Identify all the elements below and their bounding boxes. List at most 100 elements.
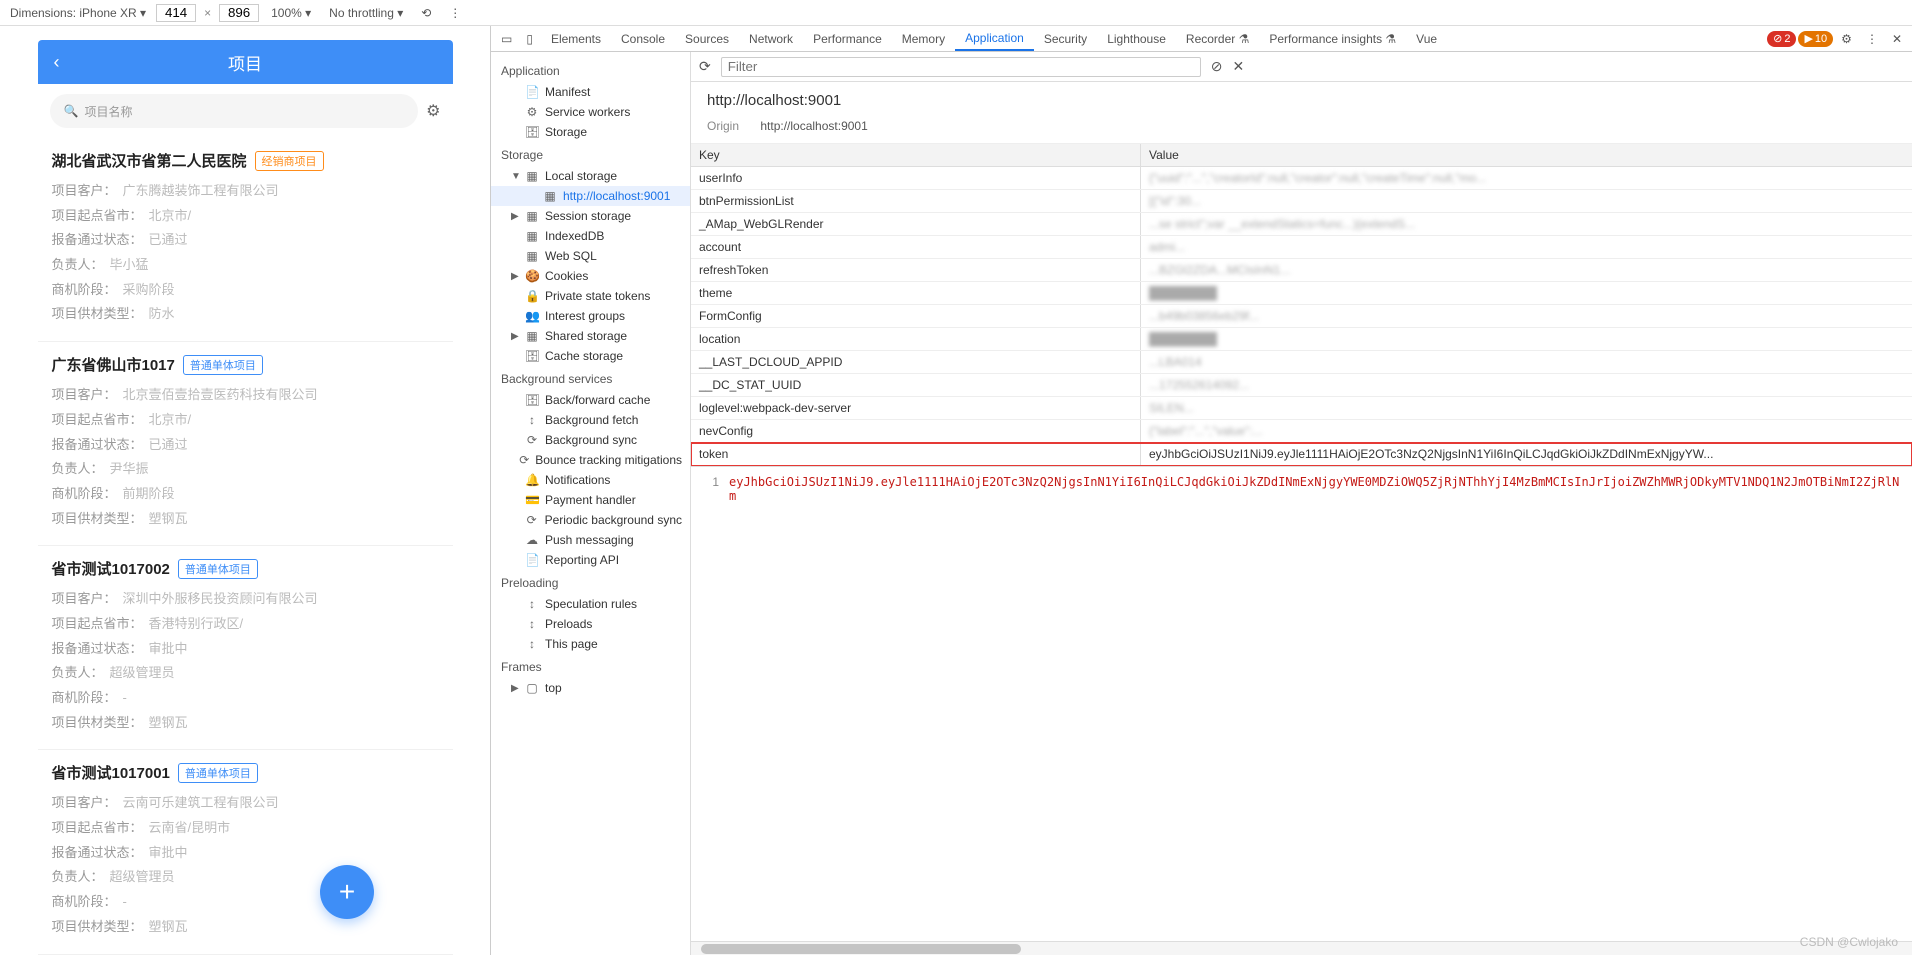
storage-row[interactable]: FormConfig...b49b03856eb29f... xyxy=(691,305,1912,328)
project-card[interactable]: 广东省佛山市1017普通单体项目项目客户：北京壹佰壹拾壹医药科技有限公司项目起点… xyxy=(38,342,453,546)
tab-recorder-[interactable]: Recorder ⚗ xyxy=(1176,26,1259,51)
key-header[interactable]: Key xyxy=(691,144,1141,166)
clear-icon[interactable]: ⊘ xyxy=(1211,58,1223,75)
sidebar-item[interactable]: ☁Push messaging xyxy=(491,530,690,550)
delete-icon[interactable]: ✕ xyxy=(1232,58,1244,75)
sidebar-item-icon: ↕ xyxy=(525,597,539,611)
sidebar-item[interactable]: ▦Web SQL xyxy=(491,246,690,266)
card-field: 商机阶段：- xyxy=(52,686,439,711)
storage-row[interactable]: userInfo{"uuid":"...","creatorId":null,"… xyxy=(691,167,1912,190)
scrollbar-thumb[interactable] xyxy=(701,944,1021,954)
tab-application[interactable]: Application xyxy=(955,26,1034,51)
sidebar-item-label: Back/forward cache xyxy=(545,393,650,407)
project-card[interactable]: 湖北省武汉市省第二人民医院经销商项目项目客户：广东腾越装饰工程有限公司项目起点省… xyxy=(38,138,453,342)
sidebar-item[interactable]: 🗄Back/forward cache xyxy=(491,390,690,410)
card-badge: 普通单体项目 xyxy=(178,559,258,579)
card-field: 项目客户：广东腾越装饰工程有限公司 xyxy=(52,179,439,204)
settings-icon[interactable]: ⚙ xyxy=(1835,30,1858,48)
storage-row[interactable]: theme████████ xyxy=(691,282,1912,305)
kebab-icon[interactable]: ⋮ xyxy=(1860,30,1884,48)
sidebar-item[interactable]: 🗄Storage xyxy=(491,122,690,142)
storage-row[interactable]: refreshToken...BZGl2ZDA...MCIsInN1... xyxy=(691,259,1912,282)
sidebar-item-label: Push messaging xyxy=(545,533,634,547)
storage-row[interactable]: location████████ xyxy=(691,328,1912,351)
filter-input[interactable] xyxy=(721,57,1201,77)
storage-row[interactable]: __LAST_DCLOUD_APPID...LBA014 xyxy=(691,351,1912,374)
storage-row[interactable]: loglevel:webpack-dev-serverSILEN... xyxy=(691,397,1912,420)
close-devtools-icon[interactable]: ✕ xyxy=(1886,30,1908,48)
sidebar-item[interactable]: ▼▦Local storage xyxy=(491,166,690,186)
sidebar-item[interactable]: ▶🍪Cookies xyxy=(491,266,690,286)
sidebar-item[interactable]: ⟳Periodic background sync xyxy=(491,510,690,530)
dimension-separator: × xyxy=(202,6,213,20)
zoom-dropdown[interactable]: 100% ▾ xyxy=(265,6,317,20)
dimensions-dropdown[interactable]: Dimensions: iPhone XR ▾ xyxy=(6,6,150,20)
tab-elements[interactable]: Elements xyxy=(541,26,611,51)
sidebar-item[interactable]: ↕Background fetch xyxy=(491,410,690,430)
back-icon[interactable]: ‹ xyxy=(54,52,60,73)
tab-memory[interactable]: Memory xyxy=(892,26,955,51)
sidebar-item[interactable]: ↕Preloads xyxy=(491,614,690,634)
sidebar-item[interactable]: ⟳Background sync xyxy=(491,430,690,450)
tab-security[interactable]: Security xyxy=(1034,26,1097,51)
sidebar-item-label: Reporting API xyxy=(545,553,619,567)
sidebar-item[interactable]: ⟳Bounce tracking mitigations xyxy=(491,450,690,470)
storage-row[interactable]: tokeneyJhbGciOiJSUzI1NiJ9.eyJle1111HAiOj… xyxy=(691,443,1912,466)
sidebar-item[interactable]: ▶▦Shared storage xyxy=(491,326,690,346)
tab-console[interactable]: Console xyxy=(611,26,675,51)
storage-row[interactable]: nevConfig{"label":"...","value":... xyxy=(691,420,1912,443)
throttling-dropdown[interactable]: No throttling ▾ xyxy=(323,6,409,20)
storage-url: http://localhost:9001 xyxy=(707,92,1896,109)
sidebar-item-label: Web SQL xyxy=(545,249,597,263)
sidebar-item[interactable]: 📄Reporting API xyxy=(491,550,690,570)
sidebar-item[interactable]: ↕Speculation rules xyxy=(491,594,690,614)
more-icon[interactable]: ⋮ xyxy=(443,4,467,22)
tab-performance-insights-[interactable]: Performance insights ⚗ xyxy=(1259,26,1406,51)
tab-sources[interactable]: Sources xyxy=(675,26,739,51)
width-input[interactable] xyxy=(156,4,196,22)
sidebar-item[interactable]: ⚙Service workers xyxy=(491,102,690,122)
sidebar-item[interactable]: 💳Payment handler xyxy=(491,490,690,510)
value-header[interactable]: Value xyxy=(1141,144,1912,166)
watermark: CSDN @Cwlojako xyxy=(1800,935,1898,949)
horizontal-scrollbar[interactable] xyxy=(691,941,1912,955)
add-button[interactable]: + xyxy=(320,865,374,919)
tab-network[interactable]: Network xyxy=(739,26,803,51)
sidebar-subitem[interactable]: ▦http://localhost:9001 xyxy=(491,186,690,206)
origin-value: http://localhost:9001 xyxy=(760,119,867,133)
sidebar-item[interactable]: 🔔Notifications xyxy=(491,470,690,490)
sidebar-item[interactable]: 🗄Cache storage xyxy=(491,346,690,366)
tab-vue[interactable]: Vue xyxy=(1406,26,1447,51)
filter-icon[interactable]: ⚙ xyxy=(426,101,440,121)
sidebar-item[interactable]: 🔒Private state tokens xyxy=(491,286,690,306)
sidebar-item[interactable]: ▶▢top xyxy=(491,678,690,698)
tab-lighthouse[interactable]: Lighthouse xyxy=(1097,26,1176,51)
storage-row[interactable]: __DC_STAT_UUID...172552614092... xyxy=(691,374,1912,397)
sidebar-item[interactable]: 👥Interest groups xyxy=(491,306,690,326)
storage-value: ...b49b03856eb29f... xyxy=(1141,305,1912,327)
value-code[interactable]: eyJhbGciOiJSUzI1NiJ9.eyJle1111HAiOjE2OTc… xyxy=(729,475,1904,933)
device-icon[interactable]: ▯ xyxy=(520,30,539,48)
height-input[interactable] xyxy=(219,4,259,22)
reload-icon[interactable]: ⟳ xyxy=(699,58,711,75)
card-field: 报备通过状态：已通过 xyxy=(52,433,439,458)
sidebar-item[interactable]: ▦IndexedDB xyxy=(491,226,690,246)
project-card[interactable]: 省市测试1017002普通单体项目项目客户：深圳中外服移民投资顾问有限公司项目起… xyxy=(38,546,453,750)
storage-row[interactable]: _AMap_WebGLRender...se strict";var __ext… xyxy=(691,213,1912,236)
rotate-icon[interactable]: ⟲ xyxy=(415,4,437,22)
inspect-icon[interactable]: ▭ xyxy=(495,30,518,48)
warning-count[interactable]: ▶ 10 xyxy=(1798,31,1833,47)
tab-performance[interactable]: Performance xyxy=(803,26,892,51)
sidebar-item-icon: ▦ xyxy=(525,329,539,343)
sidebar-item-icon: ▦ xyxy=(525,229,539,243)
storage-key: userInfo xyxy=(691,167,1141,189)
sidebar-item[interactable]: 📄Manifest xyxy=(491,82,690,102)
search-input[interactable]: 🔍 项目名称 xyxy=(50,94,419,128)
sidebar-item-label: Shared storage xyxy=(545,329,627,343)
storage-row[interactable]: accountadmi... xyxy=(691,236,1912,259)
sidebar-item[interactable]: ▶▦Session storage xyxy=(491,206,690,226)
storage-row[interactable]: btnPermissionList[{"id":30... xyxy=(691,190,1912,213)
project-card[interactable]: 省市测试1017001普通单体项目项目客户：云南可乐建筑工程有限公司项目起点省市… xyxy=(38,750,453,954)
error-count[interactable]: ⊘ 2 xyxy=(1767,31,1796,47)
sidebar-item[interactable]: ↕This page xyxy=(491,634,690,654)
